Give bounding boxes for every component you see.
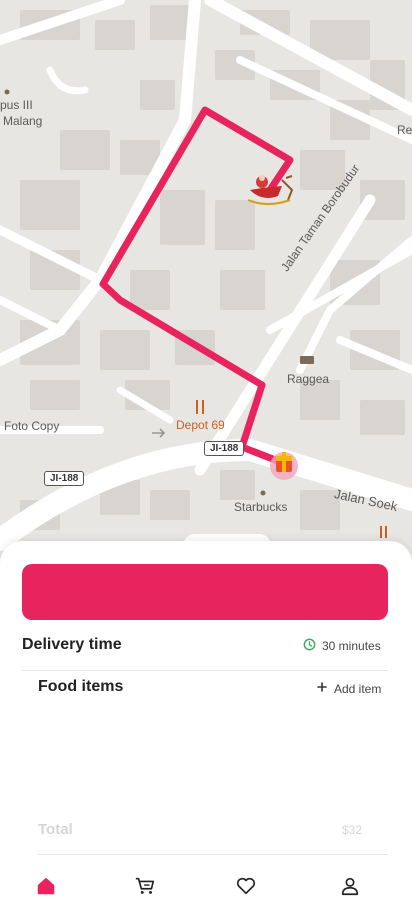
map-label-starbucks: Starbucks: [234, 500, 288, 514]
map-label-campus: pus III: [0, 98, 33, 112]
plus-icon: [316, 681, 328, 696]
divider: [38, 854, 388, 855]
profile-icon: [339, 875, 361, 902]
cart-icon: [134, 875, 156, 902]
divider: [22, 670, 388, 671]
total-value: $32: [342, 823, 363, 837]
nav-favorites[interactable]: [232, 874, 260, 902]
total-label: Total: [38, 821, 73, 838]
add-item-button[interactable]: Add item: [316, 681, 381, 696]
map-label-malang: Malang: [3, 114, 43, 128]
map-label-raggea: Raggea: [287, 372, 330, 386]
heart-icon: [235, 875, 257, 902]
delivery-time-label: Delivery time: [22, 636, 122, 653]
clock-icon: [303, 638, 316, 654]
road-badge-ji188-left: JI-188: [44, 471, 85, 486]
map-label-depot: Depot 69: [176, 418, 225, 432]
nav-profile[interactable]: [336, 874, 364, 902]
primary-action-button[interactable]: [22, 564, 388, 620]
delivery-time-value: 30 minutes: [322, 639, 381, 653]
bottom-nav: [0, 860, 412, 917]
hotel-icon: [300, 356, 314, 364]
food-items-label: Food items: [38, 678, 124, 695]
nav-cart[interactable]: [131, 874, 159, 902]
home-icon: [35, 875, 57, 902]
nav-home[interactable]: [32, 874, 60, 902]
map-label-foto-copy: Foto Copy: [4, 419, 60, 433]
road-badge-ji188-center: JI-188: [204, 441, 245, 456]
add-item-label: Add item: [334, 681, 382, 696]
delivery-time-value-group: 30 minutes: [303, 638, 381, 654]
map-label-re: Re: [397, 123, 412, 137]
